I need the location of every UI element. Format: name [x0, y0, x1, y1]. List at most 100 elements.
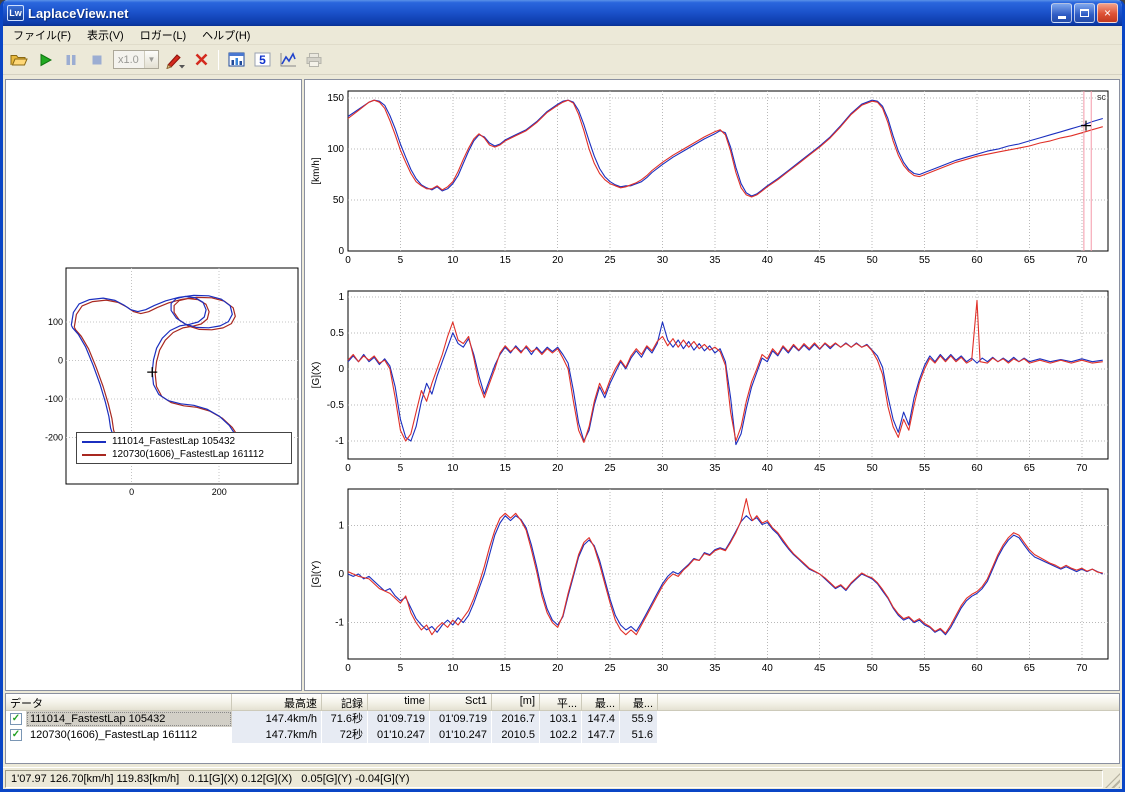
lap2-line-swatch [82, 453, 106, 456]
svg-text:0: 0 [345, 463, 351, 474]
legend-lap2-label: 120730(1606)_FastestLap 161112 [112, 449, 264, 460]
stop-button[interactable] [84, 48, 110, 72]
zoom-select[interactable]: x1.0 ▼ [113, 50, 159, 69]
svg-text:30: 30 [657, 663, 669, 674]
col-header-sct1[interactable]: Sct1 [430, 694, 492, 711]
app-icon: Lw [7, 5, 24, 21]
report-button[interactable] [223, 48, 249, 72]
svg-text:35: 35 [709, 463, 721, 474]
svg-text:1: 1 [338, 520, 344, 531]
statusbar: 1'07.97 126.70[km/h] 119.83[km/h] 0.11[G… [3, 767, 1122, 789]
svg-text:30: 30 [657, 463, 669, 474]
svg-text:50: 50 [867, 463, 879, 474]
col-header-avg[interactable]: 平... [540, 694, 582, 711]
menu-help[interactable]: ヘルプ(H) [194, 25, 258, 45]
svg-text:200: 200 [212, 487, 227, 497]
svg-text:20: 20 [552, 255, 564, 266]
overlay-5-button[interactable]: 5 [249, 48, 275, 72]
lap1-record: 71.6秒 [322, 711, 368, 727]
legend-lap1-label: 111014_FastestLap 105432 [112, 436, 236, 447]
svg-text:[G](X): [G](X) [311, 362, 322, 389]
col-header-time[interactable]: time [368, 694, 430, 711]
pen-button[interactable] [162, 48, 188, 72]
svg-text:-100: -100 [45, 394, 63, 404]
lap2-avg: 102.2 [540, 727, 582, 743]
svg-text:35: 35 [709, 255, 721, 266]
open-button[interactable] [6, 48, 32, 72]
svg-text:15: 15 [500, 255, 512, 266]
print-button[interactable] [301, 48, 327, 72]
col-header-m[interactable]: [m] [492, 694, 540, 711]
stop-icon [92, 55, 102, 64]
col-header-filler [658, 694, 1119, 711]
col-header-data[interactable]: データ [6, 694, 232, 711]
svg-text:55: 55 [919, 255, 931, 266]
play-button[interactable] [32, 48, 58, 72]
charts-panel: 0 50 100 150 0 5 10 15 20 25 30 35 40 45 50 55 60 65 70 sc[… [304, 79, 1120, 691]
svg-text:5: 5 [398, 463, 404, 474]
lap2-distance: 2010.5 [492, 727, 540, 743]
lap1-distance: 2016.7 [492, 711, 540, 727]
lap1-topspeed: 147.4km/h [232, 711, 322, 727]
speed-chart[interactable]: 0 50 100 150 0 5 10 15 20 25 30 35 40 45 50 55 60 65 70 sc [… [308, 86, 1116, 268]
svg-text:[G](Y): [G](Y) [311, 561, 322, 588]
lap1-max1: 147.4 [582, 711, 620, 727]
svg-text:70: 70 [1076, 255, 1088, 266]
menu-logger[interactable]: ロガー(L) [132, 25, 194, 45]
gx-chart[interactable]: -1-0.500.510 5 10 15 20 25 30 35 40 45 50 55 60 65 70[… [308, 286, 1116, 476]
svg-text:-1: -1 [335, 436, 344, 447]
table-header-row: データ 最高速 記録 time Sct1 [m] 平... 最... 最... [6, 694, 1119, 711]
lap2-topspeed: 147.7km/h [232, 727, 322, 743]
pause-button[interactable] [58, 48, 84, 72]
menu-view[interactable]: 表示(V) [79, 25, 132, 45]
chevron-down-icon[interactable]: ▼ [144, 51, 158, 68]
gy-chart[interactable]: -1010 5 10 15 20 25 30 35 40 45 50 55 60 65 70[G](Y) [308, 484, 1116, 676]
svg-text:65: 65 [1024, 463, 1036, 474]
delete-button[interactable] [188, 48, 214, 72]
svg-text:25: 25 [605, 255, 617, 266]
svg-text:sc: sc [1097, 92, 1107, 102]
svg-text:-0.5: -0.5 [327, 400, 345, 411]
track-map-plot[interactable]: -200 -100 0 100 0 200 [32, 264, 300, 500]
svg-text:-200: -200 [45, 433, 63, 443]
svg-text:5: 5 [398, 663, 404, 674]
col-header-topspeed[interactable]: 最高速 [232, 694, 322, 711]
svg-text:0.5: 0.5 [330, 328, 344, 339]
lap2-checkbox[interactable]: ✓ [10, 729, 22, 741]
svg-text:40: 40 [762, 663, 774, 674]
lap1-line-swatch [82, 440, 106, 443]
menubar: ファイル(F) 表示(V) ロガー(L) ヘルプ(H) [3, 26, 1122, 45]
pen-icon [166, 53, 185, 69]
graph-button[interactable] [275, 48, 301, 72]
close-button[interactable]: × [1097, 3, 1118, 23]
svg-text:10: 10 [447, 463, 459, 474]
table-row[interactable]: ✓ 120730(1606)_FastestLap 161112 147.7km… [6, 727, 1119, 743]
svg-text:40: 40 [762, 463, 774, 474]
lap1-max2: 55.9 [620, 711, 658, 727]
svg-text:0: 0 [129, 487, 134, 497]
col-header-record[interactable]: 記録 [322, 694, 368, 711]
svg-text:150: 150 [327, 93, 344, 104]
svg-text:60: 60 [971, 255, 983, 266]
svg-text:65: 65 [1024, 255, 1036, 266]
svg-text:65: 65 [1024, 663, 1036, 674]
col-header-max2[interactable]: 最... [620, 694, 658, 711]
col-header-max1[interactable]: 最... [582, 694, 620, 711]
svg-text:50: 50 [867, 255, 879, 266]
maximize-button[interactable] [1074, 3, 1095, 23]
svg-text:45: 45 [814, 463, 826, 474]
titlebar[interactable]: Lw LaplaceView.net × [3, 0, 1122, 26]
play-icon [40, 53, 53, 66]
svg-text:10: 10 [447, 663, 459, 674]
menu-file[interactable]: ファイル(F) [5, 25, 79, 45]
minimize-button[interactable] [1051, 3, 1072, 23]
svg-text:-1: -1 [335, 618, 344, 629]
svg-text:100: 100 [48, 317, 63, 327]
resize-grip[interactable] [1105, 773, 1120, 788]
svg-text:15: 15 [500, 663, 512, 674]
svg-text:0: 0 [338, 246, 344, 257]
zoom-value: x1.0 [118, 53, 139, 66]
window-title: LaplaceView.net [28, 5, 129, 21]
table-row[interactable]: ✓ 111014_FastestLap 105432 147.4km/h 71.… [6, 711, 1119, 727]
lap1-checkbox[interactable]: ✓ [10, 713, 22, 725]
